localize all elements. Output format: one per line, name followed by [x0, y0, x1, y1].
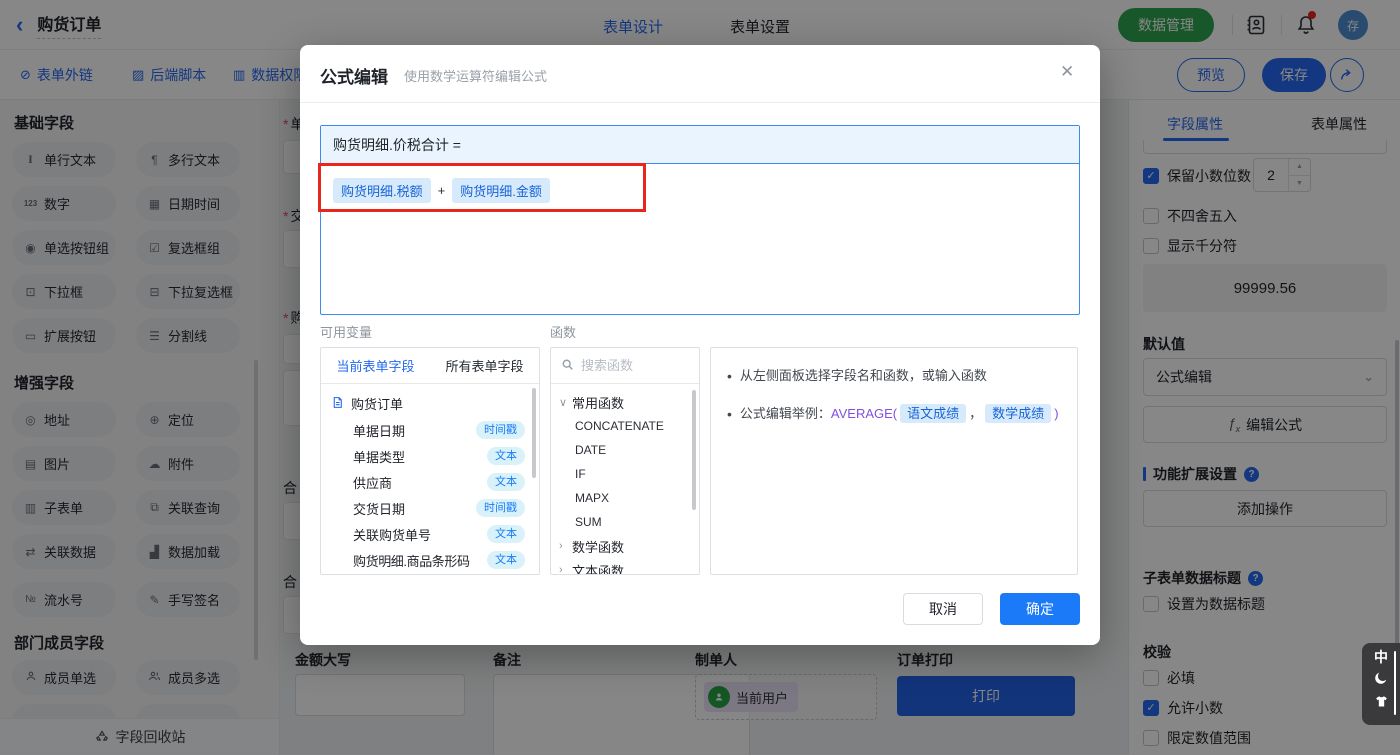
formula-target: 购货明细.价税合计 = [321, 126, 1079, 164]
function-group-common[interactable]: ∨ 常用函数 [551, 390, 699, 414]
variable-row[interactable]: 供应商 文本 [321, 469, 539, 495]
variables-tree-root[interactable]: 购货订单 [321, 384, 539, 417]
confirm-button[interactable]: 确定 [1000, 593, 1080, 625]
widget-scroll-indicator [1394, 651, 1396, 715]
tab-all-form-fields[interactable]: 所有表单字段 [445, 356, 523, 375]
type-badge: 时间戳 [476, 421, 525, 439]
function-item[interactable]: CONCATENATE [551, 414, 699, 438]
function-group-math[interactable]: › 数学函数 [551, 534, 699, 558]
function-item[interactable]: SUM [551, 510, 699, 534]
chevron-right-icon: › [559, 564, 563, 575]
variable-row[interactable]: 交货日期 时间戳 [321, 495, 539, 521]
formula-input-area[interactable]: 购货明细.税额 + 购货明细.金额 [321, 164, 1079, 217]
formula-token[interactable]: 购货明细.金额 [452, 178, 550, 203]
translate-toggle[interactable]: 中 [1374, 649, 1388, 665]
modal-title: 公式编辑 [320, 68, 388, 87]
example-function: AVERAGE( [830, 406, 898, 421]
cancel-button[interactable]: 取消 [903, 593, 983, 625]
dark-mode-moon-icon[interactable] [1373, 670, 1389, 689]
help-tip-2: • 公式编辑举例：AVERAGE(语文成绩，数学成绩) [727, 404, 1059, 423]
functions-label: 函数 [550, 325, 577, 340]
type-badge: 文本 [487, 525, 525, 543]
type-badge: 文本 [487, 473, 525, 491]
theme-shirt-icon[interactable] [1374, 694, 1389, 712]
modal-divider [300, 102, 1100, 103]
modal-subtitle: 使用数学运算符编辑公式 [404, 69, 548, 84]
functions-panel: ∨ 常用函数 CONCATENATE DATE IF MAPX SUM › 数学… [550, 347, 700, 575]
variable-row[interactable]: 单据类型 文本 [321, 443, 539, 469]
formula-editor: 购货明细.价税合计 = 购货明细.税额 + 购货明细.金额 [320, 125, 1080, 315]
functions-scrollbar[interactable] [692, 390, 696, 510]
search-icon [561, 358, 574, 374]
function-group-text[interactable]: › 文本函数 [551, 558, 699, 575]
variable-row[interactable]: 单据日期 时间戳 [321, 417, 539, 443]
function-item[interactable]: MAPX [551, 486, 699, 510]
function-search-input[interactable] [581, 358, 681, 373]
variables-label: 可用变量 [320, 325, 373, 340]
type-badge: 时间戳 [476, 499, 525, 517]
formula-operator: + [437, 183, 446, 198]
formula-help-panel: • 从左侧面板选择字段名和函数，或输入函数 • 公式编辑举例：AVERAGE(语文… [710, 347, 1078, 575]
chevron-down-icon: ∨ [559, 396, 568, 409]
variable-row[interactable]: 购货明细.商品条形码 文本 [321, 547, 539, 573]
variables-scrollbar[interactable] [532, 388, 536, 478]
chevron-right-icon: › [559, 540, 563, 552]
variable-row[interactable]: 关联购货单号 文本 [321, 521, 539, 547]
form-doc-icon [331, 396, 344, 412]
floating-extension-widget: 中 [1362, 643, 1400, 725]
formula-editor-modal: 公式编辑 使用数学运算符编辑公式 ✕ 购货明细.价税合计 = 购货明细.税额 +… [300, 45, 1100, 645]
help-tip-1: • 从左侧面板选择字段名和函数，或输入函数 [727, 368, 987, 384]
function-item[interactable]: IF [551, 462, 699, 486]
tab-current-form-fields[interactable]: 当前表单字段 [336, 356, 414, 375]
example-field-chip: 数学成绩 [985, 404, 1052, 423]
function-search[interactable] [551, 348, 699, 384]
close-icon[interactable]: ✕ [1060, 62, 1074, 82]
function-item[interactable]: DATE [551, 438, 699, 462]
formula-token[interactable]: 购货明细.税额 [333, 178, 431, 203]
example-field-chip: 语文成绩 [900, 404, 967, 423]
type-badge: 文本 [487, 551, 525, 569]
type-badge: 文本 [487, 447, 525, 465]
variables-panel: 当前表单字段 所有表单字段 购货订单 单据日期 时间戳 单据类型 文本 供应商 文本 … [320, 347, 540, 575]
